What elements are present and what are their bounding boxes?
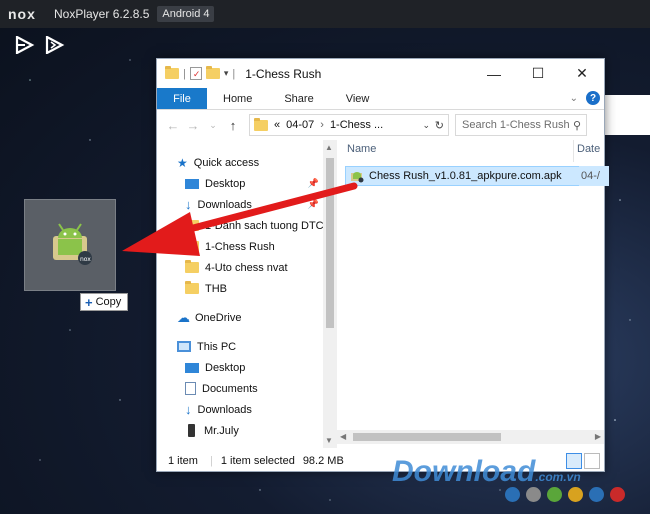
pin-icon[interactable]: 📌 [308, 199, 319, 210]
tab-file[interactable]: File [157, 88, 207, 109]
recent-locations-icon[interactable]: ⌄ [203, 120, 223, 131]
breadcrumb-segment[interactable]: 1-Chess ... [330, 119, 383, 131]
play-games-icon[interactable] [45, 35, 65, 55]
file-name: Chess Rush_v1.0.81_apkpure.com.apk [369, 170, 562, 182]
selection-status: 1 item selected [220, 455, 295, 467]
copy-label: Copy [95, 296, 122, 308]
maximize-button[interactable]: ☐ [516, 59, 560, 88]
nav-item-folder[interactable]: 1-Danh sach tuong DTC [185, 215, 325, 236]
nav-item-desktop[interactable]: Desktop [185, 357, 325, 378]
scrollbar-thumb[interactable] [326, 158, 334, 328]
nav-item-folder[interactable]: 4-Uto chess nvat [185, 257, 325, 278]
apk-file-icon [351, 172, 364, 183]
close-button[interactable]: ✕ [560, 59, 604, 88]
window-title: 1-Chess Rush [245, 66, 322, 81]
window-controls: — ☐ ✕ [472, 59, 604, 88]
forward-icon[interactable]: → [183, 118, 203, 133]
scrollbar-thumb[interactable] [353, 433, 501, 441]
tab-share[interactable]: Share [268, 88, 329, 109]
svg-text:nox: nox [80, 256, 91, 263]
expand-ribbon-icon[interactable]: ⌄ [570, 93, 578, 104]
properties-icon[interactable]: ✓ [189, 67, 202, 80]
folder-icon [254, 117, 268, 131]
folder-icon [185, 218, 199, 231]
folder-icon [185, 281, 199, 294]
play-store-icon[interactable] [15, 35, 35, 55]
download-watermark: Download.com.vn [392, 455, 581, 488]
folder-icon [165, 66, 179, 79]
breadcrumb-segment[interactable]: 04-07 [286, 119, 314, 131]
back-icon[interactable]: ← [163, 118, 183, 133]
quick-access-toolbar: | ✓ ▾ | [165, 66, 235, 80]
watermark-dots [505, 487, 625, 502]
horizontal-scrollbar[interactable]: ◀ ▶ [337, 430, 604, 444]
nav-item-folder[interactable]: THB [185, 278, 325, 299]
file-explorer-window: | ✓ ▾ | 1-Chess Rush — ☐ ✕ File Home Sha… [156, 58, 609, 472]
large-icons-view-icon[interactable] [584, 453, 600, 469]
minimize-button[interactable]: — [472, 59, 516, 88]
android-apk-icon: nox [53, 223, 92, 265]
copy-drag-tooltip: + Copy [80, 293, 128, 311]
nav-item-folder[interactable]: 1-Chess Rush [185, 236, 325, 257]
nox-title-bar: nox NoxPlayer 6.2.8.5 Android 4 [0, 0, 650, 28]
search-icon: ⚲ [572, 119, 581, 132]
emulator-panel-edge [605, 95, 650, 135]
tab-view[interactable]: View [330, 88, 386, 109]
folder-icon [185, 260, 199, 273]
refresh-icon[interactable]: ↻ [435, 119, 444, 132]
app-title: NoxPlayer 6.2.8.5 [54, 7, 150, 21]
address-prefix[interactable]: « [274, 119, 280, 131]
file-list-pane: Name Date Chess Rush_v1.0.81_apkpure.com… [337, 140, 609, 448]
star-icon: ★ [177, 155, 188, 170]
column-header-name[interactable]: Name [347, 143, 376, 155]
customize-toolbar-icon[interactable]: ▾ [224, 68, 229, 79]
nav-item-desktop[interactable]: Desktop 📌 [185, 173, 325, 194]
scroll-right-icon[interactable]: ▶ [595, 432, 601, 441]
phone-icon [188, 424, 195, 437]
nav-scrollbar[interactable]: ▲ ▼ [323, 140, 337, 448]
address-dropdown-icon[interactable]: ⌄ [422, 120, 430, 131]
nav-item-downloads[interactable]: ↓ Downloads 📌 [185, 194, 325, 215]
explorer-body: ★ Quick access Desktop 📌 ↓ Downloads 📌 1… [157, 140, 609, 448]
plus-icon: + [85, 294, 93, 310]
nav-item-device[interactable]: Mr.July [185, 420, 325, 441]
file-date: 04-/ [579, 166, 609, 186]
pc-icon [177, 341, 191, 352]
search-placeholder: Search 1-Chess Rush [462, 119, 570, 131]
tab-home[interactable]: Home [207, 88, 268, 109]
desktop-icon [185, 178, 199, 189]
scroll-left-icon[interactable]: ◀ [340, 432, 346, 441]
pin-icon[interactable]: 📌 [308, 178, 319, 189]
nav-item-this-pc[interactable]: This PC [177, 336, 337, 357]
android-version-badge: Android 4 [157, 6, 215, 22]
nav-item-onedrive[interactable]: ☁ OneDrive [177, 307, 337, 328]
item-count: 1 item [168, 455, 198, 467]
desktop-icon [185, 362, 199, 373]
nav-item-downloads[interactable]: ↓ Downloads [185, 399, 325, 420]
explorer-title-bar: | ✓ ▾ | 1-Chess Rush — ☐ ✕ [157, 59, 604, 88]
scroll-up-icon[interactable]: ▲ [325, 143, 333, 152]
dragged-apk-tile[interactable]: nox [24, 199, 116, 291]
column-header-date[interactable]: Date [577, 143, 600, 155]
up-icon[interactable]: ↑ [223, 118, 243, 133]
nav-item-documents[interactable]: Documents [185, 378, 325, 399]
nox-logo: nox [8, 6, 36, 22]
folder-icon [185, 239, 199, 252]
navigation-pane: ★ Quick access Desktop 📌 ↓ Downloads 📌 1… [157, 140, 337, 448]
ribbon-tabs: File Home Share View ⌄ ? [157, 88, 604, 110]
download-icon: ↓ [185, 197, 192, 212]
file-row-selected[interactable]: Chess Rush_v1.0.81_apkpure.com.apk [345, 166, 607, 186]
nav-item-quick-access[interactable]: ★ Quick access [177, 152, 337, 173]
address-bar[interactable]: « 04-07 › 1-Chess ... ⌄ ↻ [249, 114, 449, 136]
new-folder-icon[interactable] [205, 66, 220, 79]
download-icon: ↓ [185, 402, 192, 417]
documents-icon [185, 382, 196, 395]
selection-size: 98.2 MB [302, 455, 344, 467]
address-row: ← → ⌄ ↑ « 04-07 › 1-Chess ... ⌄ ↻ Search… [157, 110, 604, 140]
help-icon[interactable]: ? [586, 91, 600, 105]
search-input[interactable]: Search 1-Chess Rush ⚲ [455, 114, 587, 136]
cloud-icon: ☁ [177, 309, 190, 325]
scroll-down-icon[interactable]: ▼ [325, 436, 333, 445]
